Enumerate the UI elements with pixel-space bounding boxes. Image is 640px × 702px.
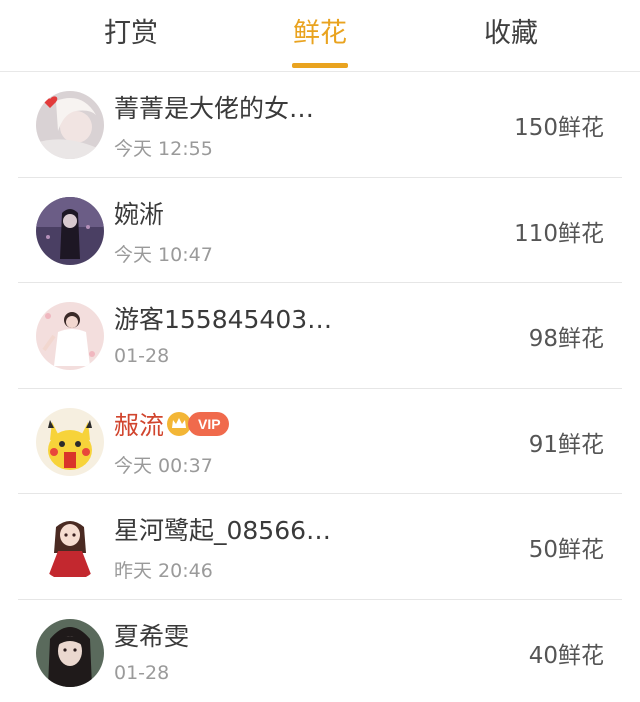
user-name: 赧流 [114,410,165,440]
tab-flowers-label: 鲜花 [293,18,347,49]
tab-favorites[interactable]: 收藏 [451,14,571,64]
flower-count: 150鲜花 [514,115,604,141]
avatar-image [36,513,104,581]
user-name: 婉淅 [114,199,165,229]
timestamp: 今天 10:47 [114,243,213,266]
flower-ranking-list: 菁菁是大佬的女… 今天 12:55 150鲜花 婉淅 今天 10:47 110鲜… [18,72,622,702]
list-item[interactable]: 赧流 VIP 今天 00:37 91鲜花 [18,389,622,494]
avatar-image [36,302,104,370]
timestamp: 01-28 [114,345,170,367]
list-item[interactable]: 夏希雯 01-28 40鲜花 [18,600,622,702]
tab-tip[interactable]: 打赏 [71,14,191,64]
flower-count: 110鲜花 [514,220,604,247]
list-item[interactable]: 游客155845403… 01-28 98鲜花 [18,283,622,389]
tab-favorites-label: 收藏 [484,18,538,49]
timestamp: 今天 00:37 [114,454,213,477]
avatar-image [36,407,104,476]
user-name: 菁菁是大佬的女… [114,94,315,123]
timestamp: 昨天 20:46 [114,560,213,582]
avatar-image [36,91,104,159]
list-item[interactable]: 星河鹭起_08566… 昨天 20:46 50鲜花 [18,494,622,600]
tab-bar: 打赏 鲜花 收藏 [0,0,640,72]
vip-badge: VIP [188,411,229,436]
tab-flowers[interactable]: 鲜花 [260,14,380,68]
avatar-image [36,196,104,265]
flower-count: 50鲜花 [528,537,604,563]
avatar[interactable] [36,407,104,476]
active-tab-indicator [292,63,348,68]
avatar[interactable] [36,618,104,687]
list-item[interactable]: 婉淅 今天 10:47 110鲜花 [18,178,622,283]
flower-count: 98鲜花 [528,326,604,352]
avatar[interactable] [36,302,104,370]
user-name: 夏希雯 [114,621,190,651]
tab-tip-label: 打赏 [104,18,158,49]
avatar-image [36,618,104,687]
user-name: 游客155845403… [114,305,333,334]
avatar[interactable] [36,513,104,581]
timestamp: 01-28 [114,661,170,684]
flower-count: 40鲜花 [528,642,604,669]
timestamp: 今天 12:55 [114,138,213,160]
avatar[interactable] [36,91,104,159]
avatar[interactable] [36,196,104,265]
user-name: 星河鹭起_08566… [114,516,332,545]
flower-count: 91鲜花 [528,431,604,458]
list-item[interactable]: 菁菁是大佬的女… 今天 12:55 150鲜花 [18,72,622,178]
